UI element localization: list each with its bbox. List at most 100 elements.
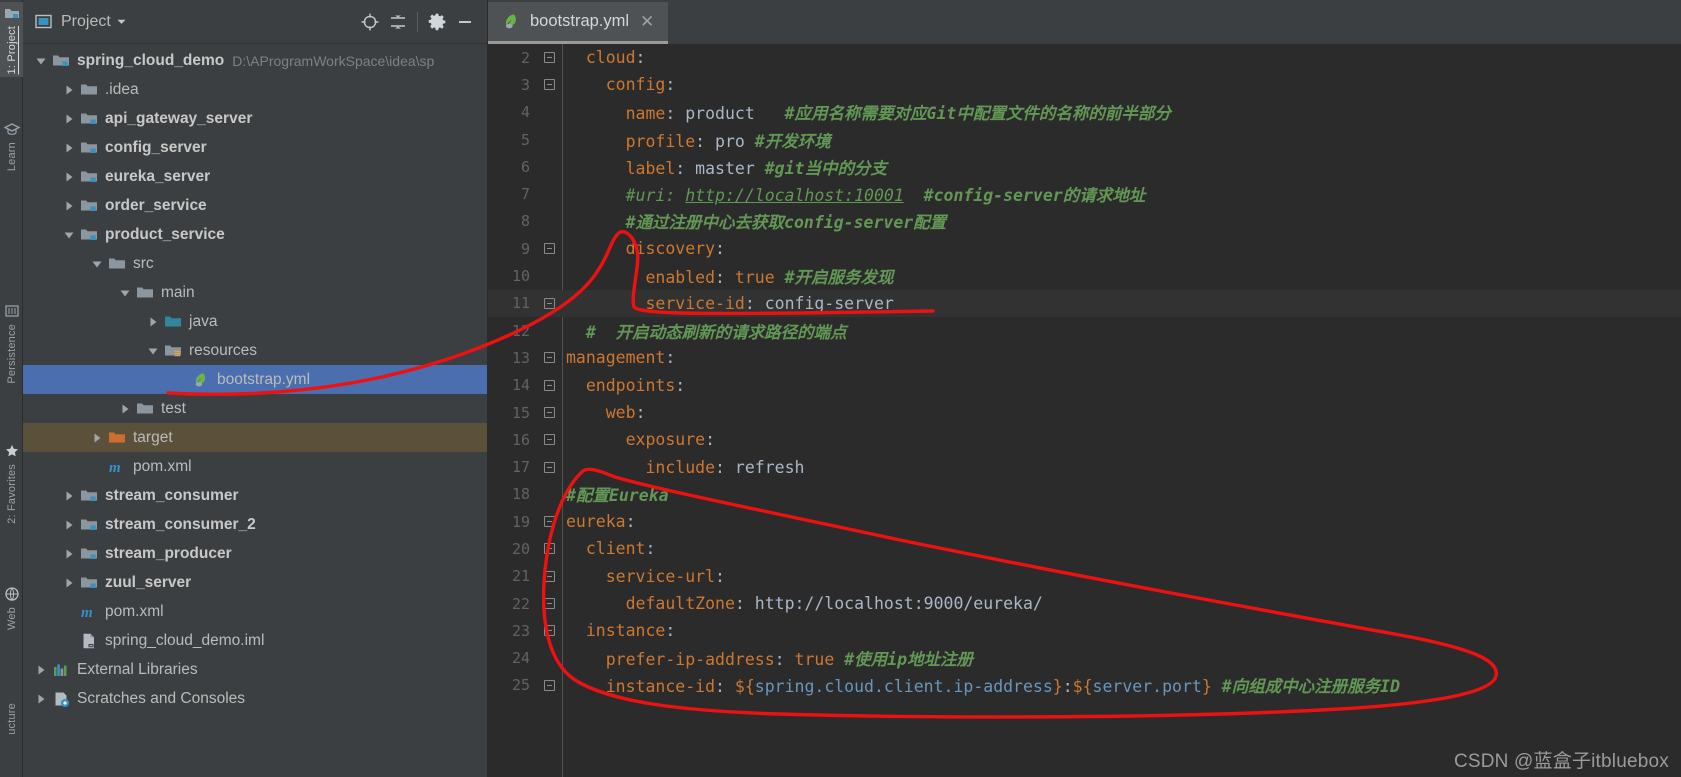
code-line[interactable]: 7 #uri: http://localhost:10001 #config-s… bbox=[488, 180, 1681, 207]
chevron-right-icon[interactable] bbox=[61, 546, 77, 562]
chevron-right-icon[interactable] bbox=[33, 662, 49, 678]
tree-node-test[interactable]: test bbox=[23, 394, 487, 423]
code-line[interactable]: 22 defaultZone: http://localhost:9000/eu… bbox=[488, 590, 1681, 617]
fold-marker-icon[interactable] bbox=[536, 598, 562, 610]
tree-node-zuul-server[interactable]: zuul_server bbox=[23, 568, 487, 597]
code-line[interactable]: 8 #通过注册中心去获取config-server配置 bbox=[488, 208, 1681, 235]
fold-marker-icon[interactable] bbox=[536, 570, 562, 582]
chevron-right-icon[interactable] bbox=[145, 314, 161, 330]
chevron-down-icon[interactable] bbox=[33, 53, 49, 69]
tool-tab-learn[interactable]: Learn bbox=[0, 118, 23, 174]
code-line[interactable]: 3 config: bbox=[488, 71, 1681, 98]
code-line[interactable]: 25 instance-id: ${spring.cloud.client.ip… bbox=[488, 672, 1681, 699]
code-line[interactable]: 20 client: bbox=[488, 535, 1681, 562]
tool-tab-persistence[interactable]: Persistence bbox=[0, 300, 23, 387]
chevron-down-icon[interactable] bbox=[111, 8, 133, 36]
code-line[interactable]: 19 eureka: bbox=[488, 508, 1681, 535]
code-line[interactable]: 24 prefer-ip-address: true #使用ip地址注册 bbox=[488, 645, 1681, 672]
tree-node-config-server[interactable]: config_server bbox=[23, 133, 487, 162]
tool-tab-structure[interactable]: ucture bbox=[0, 700, 23, 738]
tree-node-spring-cloud-demo-iml[interactable]: spring_cloud_demo.iml bbox=[23, 626, 487, 655]
chevron-right-icon[interactable] bbox=[89, 430, 105, 446]
tree-node-external-libraries[interactable]: External Libraries bbox=[23, 655, 487, 684]
chevron-down-icon[interactable] bbox=[145, 343, 161, 359]
code-line[interactable]: 18 #配置Eureka bbox=[488, 481, 1681, 508]
chevron-down-icon[interactable] bbox=[117, 285, 133, 301]
fold-marker-icon[interactable] bbox=[536, 625, 562, 637]
code-line[interactable]: 11 service-id: config-server bbox=[488, 289, 1681, 317]
code-line[interactable]: 2 cloud: bbox=[488, 44, 1681, 71]
code-line[interactable]: 4 name: product #应用名称需要对应Git中配置文件的名称的前半部… bbox=[488, 99, 1681, 126]
code-line[interactable]: 21 service-url: bbox=[488, 563, 1681, 590]
code-line[interactable]: 23 instance: bbox=[488, 617, 1681, 644]
tree-node-stream-producer[interactable]: stream_producer bbox=[23, 539, 487, 568]
chevron-right-icon[interactable] bbox=[61, 575, 77, 591]
fold-marker-icon[interactable] bbox=[536, 52, 562, 64]
fold-marker-icon[interactable] bbox=[536, 352, 562, 364]
fold-marker-icon[interactable] bbox=[536, 516, 562, 528]
code-line[interactable]: 14 endpoints: bbox=[488, 372, 1681, 399]
hide-icon[interactable] bbox=[451, 8, 479, 36]
tool-tab-favorites[interactable]: 2: Favorites bbox=[0, 440, 23, 527]
close-icon[interactable]: ✕ bbox=[638, 13, 656, 30]
code-line[interactable]: 12 # 开启动态刷新的请求路径的端点 bbox=[488, 317, 1681, 344]
code-line[interactable]: 5 profile: pro #开发环境 bbox=[488, 126, 1681, 153]
fold-marker-icon[interactable] bbox=[536, 407, 562, 418]
chevron-right-icon[interactable] bbox=[61, 169, 77, 185]
gear-icon[interactable] bbox=[423, 8, 451, 36]
tree-node-stream-consumer-2[interactable]: stream_consumer_2 bbox=[23, 510, 487, 539]
chevron-right-icon[interactable] bbox=[61, 111, 77, 127]
tree-node-product-service[interactable]: product_service bbox=[23, 220, 487, 249]
tree-node-resources[interactable]: resources bbox=[23, 336, 487, 365]
chevron-right-icon[interactable] bbox=[61, 82, 77, 98]
tree-node-eureka-server[interactable]: eureka_server bbox=[23, 162, 487, 191]
tree-node-spring-cloud-demo[interactable]: spring_cloud_demo D:\AProgramWorkSpace\id… bbox=[23, 46, 487, 75]
fold-marker-icon[interactable] bbox=[536, 679, 562, 691]
fold-marker-icon[interactable] bbox=[536, 434, 562, 446]
code-text: name: product #应用名称需要对应Git中配置文件的名称的前半部分 bbox=[625, 104, 1171, 124]
code-editor[interactable]: 2 cloud: 3 config: 4 name: product #应用名称需要… bbox=[488, 44, 1681, 777]
tree-node-api-gateway-server[interactable]: api_gateway_server bbox=[23, 104, 487, 133]
tree-node-main[interactable]: main bbox=[23, 278, 487, 307]
code-line[interactable]: 9 discovery: bbox=[488, 235, 1681, 262]
fold-marker-icon[interactable] bbox=[536, 297, 562, 309]
tool-tab-project[interactable]: 1: Project bbox=[0, 2, 23, 78]
locate-icon[interactable] bbox=[356, 8, 384, 36]
chevron-right-icon[interactable] bbox=[117, 401, 133, 417]
tree-node-scratches-and-consoles[interactable]: Scratches and Consoles bbox=[23, 684, 487, 713]
project-tree[interactable]: spring_cloud_demo D:\AProgramWorkSpace\id… bbox=[23, 44, 487, 777]
chevron-right-icon[interactable] bbox=[61, 140, 77, 156]
tree-node-bootstrap-yml[interactable]: bootstrap.yml bbox=[23, 365, 487, 394]
chevron-right-icon[interactable] bbox=[61, 488, 77, 504]
fold-marker-icon[interactable] bbox=[536, 79, 562, 91]
editor-tab-bootstrap-yml[interactable]: bootstrap.yml ✕ bbox=[488, 2, 669, 44]
tree-node-pom-xml[interactable]: m pom.xml bbox=[23, 452, 487, 481]
code-line[interactable]: 15 web: bbox=[488, 399, 1681, 426]
chevron-right-icon[interactable] bbox=[33, 691, 49, 707]
module-folder-icon bbox=[80, 516, 98, 534]
chevron-down-icon[interactable] bbox=[61, 227, 77, 243]
tree-node-order-service[interactable]: order_service bbox=[23, 191, 487, 220]
chevron-right-icon[interactable] bbox=[61, 198, 77, 214]
tree-node-idea[interactable]: .idea bbox=[23, 75, 487, 104]
code-line[interactable]: 6 label: master #git当中的分支 bbox=[488, 153, 1681, 180]
tree-node-target[interactable]: target bbox=[23, 423, 487, 452]
code-line[interactable]: 10 enabled: true #开启服务发现 bbox=[488, 262, 1681, 289]
fold-marker-icon[interactable] bbox=[536, 379, 562, 391]
tree-node-pom-xml[interactable]: m pom.xml bbox=[23, 597, 487, 626]
tree-node-stream-consumer[interactable]: stream_consumer bbox=[23, 481, 487, 510]
tool-tab-web[interactable]: Web bbox=[0, 583, 23, 633]
project-view-icon[interactable] bbox=[33, 8, 53, 36]
fold-marker-icon[interactable] bbox=[536, 543, 562, 555]
fold-marker-icon[interactable] bbox=[536, 243, 562, 255]
chevron-right-icon[interactable] bbox=[61, 517, 77, 533]
code-line[interactable]: 13 management: bbox=[488, 344, 1681, 371]
tree-node-src[interactable]: src bbox=[23, 249, 487, 278]
collapse-all-icon[interactable] bbox=[384, 8, 412, 36]
code-line[interactable]: 16 exposure: bbox=[488, 426, 1681, 453]
code-line[interactable]: 17 include: refresh bbox=[488, 453, 1681, 480]
learn-icon bbox=[3, 121, 20, 137]
chevron-down-icon[interactable] bbox=[89, 256, 105, 272]
tree-node-java[interactable]: java bbox=[23, 307, 487, 336]
fold-marker-icon[interactable] bbox=[536, 461, 562, 473]
